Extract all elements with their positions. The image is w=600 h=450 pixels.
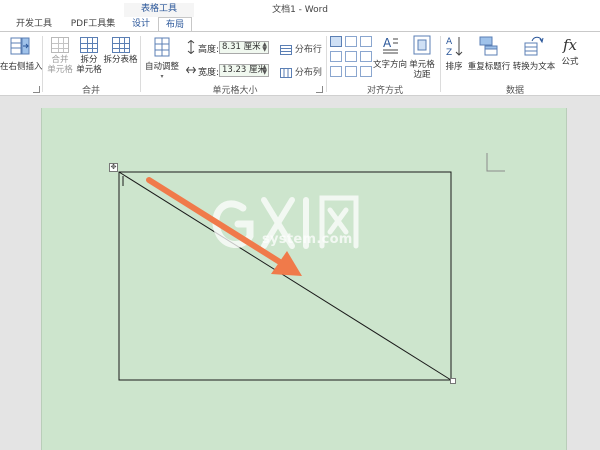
- watermark-text: system.com: [262, 232, 353, 247]
- document-table-overlay: [118, 171, 452, 381]
- table[interactable]: [118, 171, 452, 381]
- diagonal-border-line: [118, 171, 452, 381]
- resize-handle-icon[interactable]: [450, 378, 456, 384]
- table-move-icon[interactable]: ✥: [109, 163, 118, 172]
